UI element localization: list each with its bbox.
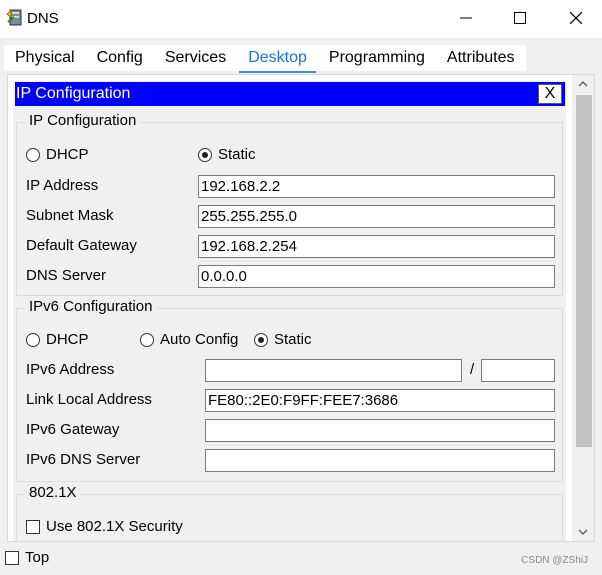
ipv6-prefix-input[interactable] [481, 359, 555, 382]
dns-server-input[interactable]: 0.0.0.0 [198, 265, 555, 288]
ipv4-static-option[interactable]: Static [198, 146, 256, 163]
ipv6-gateway-input[interactable] [205, 419, 555, 442]
tab-desktop[interactable]: Desktop [237, 45, 318, 73]
ipv4-static-label: Static [218, 146, 256, 163]
ipv4-dhcp-option[interactable]: DHCP [26, 146, 89, 163]
top-label: Top [25, 549, 50, 566]
use-dot1x-security-label: Use 802.1X Security [46, 518, 183, 535]
minimize-icon [460, 17, 472, 19]
server-app-icon [6, 9, 22, 26]
ip-configuration-panel: IP Configuration X IP Configuration DHCP… [13, 81, 566, 541]
title-bar: DNS [0, 0, 602, 38]
maximize-button[interactable] [497, 0, 543, 36]
tab-attributes[interactable]: Attributes [436, 45, 526, 71]
vertical-scrollbar[interactable] [572, 75, 594, 541]
ipv6-auto-config-label: Auto Config [160, 331, 239, 348]
window-title: DNS [27, 10, 59, 27]
top-checkbox[interactable] [5, 550, 19, 565]
ip-address-input[interactable]: 192.168.2.2 [198, 175, 555, 198]
use-dot1x-security-checkbox[interactable] [26, 519, 40, 534]
ip-configuration-header: IP Configuration X [15, 82, 565, 106]
ipv6-dns-server-label: IPv6 DNS Server [26, 451, 141, 468]
ipv6-group-title: IPv6 Configuration [25, 298, 157, 315]
ipv4-dhcp-radio[interactable] [26, 147, 40, 162]
ip-address-label: IP Address [26, 177, 99, 194]
ipv6-auto-config-radio[interactable] [140, 332, 154, 347]
watermark-text: CSDN @ZShiJ [521, 555, 588, 566]
ipv6-prefix-separator: / [470, 361, 475, 378]
tab-config[interactable]: Config [86, 45, 154, 71]
ipv6-configuration-group: IPv6 Configuration DHCP Auto Config Stat… [16, 298, 563, 482]
ipv4-configuration-group: IP Configuration DHCP Static IP Address … [16, 112, 563, 296]
dot1x-group-title: 802.1X [25, 484, 81, 501]
subnet-mask-label: Subnet Mask [26, 207, 114, 224]
minimize-button[interactable] [443, 0, 489, 36]
link-local-address-input[interactable]: FE80::2E0:F9FF:FEE7:3686 [205, 389, 555, 412]
close-icon [570, 12, 582, 24]
ipv6-auto-config-option[interactable]: Auto Config [140, 331, 238, 348]
ipv4-dhcp-label: DHCP [46, 146, 89, 163]
dns-server-label: DNS Server [26, 267, 107, 284]
subnet-mask-input[interactable]: 255.255.255.0 [198, 205, 555, 228]
bottom-bar: Top CSDN @ZShiJ [0, 544, 602, 575]
ip-configuration-close-button[interactable]: X [538, 84, 562, 104]
ipv6-dhcp-label: DHCP [46, 331, 89, 348]
default-gateway-input[interactable]: 192.168.2.254 [198, 235, 555, 258]
ipv6-address-label: IPv6 Address [26, 361, 115, 378]
scroll-down-icon[interactable] [572, 523, 594, 541]
ipv6-dhcp-radio[interactable] [26, 332, 40, 347]
scrollbar-thumb[interactable] [576, 95, 592, 447]
ipv6-address-input[interactable] [205, 359, 462, 382]
tab-strip: Physical Config Services Desktop Program… [4, 45, 526, 73]
ipv6-static-radio[interactable] [254, 332, 268, 347]
maximize-icon [514, 12, 526, 24]
ip-configuration-title: IP Configuration [16, 85, 131, 102]
scroll-up-icon[interactable] [572, 75, 594, 93]
ipv6-static-option[interactable]: Static [254, 331, 312, 348]
use-dot1x-security-option[interactable]: Use 802.1X Security [26, 518, 183, 535]
link-local-address-label: Link Local Address [26, 391, 152, 408]
ipv6-dhcp-option[interactable]: DHCP [26, 331, 89, 348]
dot1x-group: 802.1X Use 802.1X Security [16, 484, 563, 541]
default-gateway-label: Default Gateway [26, 237, 137, 254]
close-window-button[interactable] [553, 0, 599, 36]
tab-programming[interactable]: Programming [318, 45, 436, 71]
desktop-content: IP Configuration X IP Configuration DHCP… [7, 74, 595, 542]
ipv6-gateway-label: IPv6 Gateway [26, 421, 120, 438]
ipv6-dns-server-input[interactable] [205, 449, 555, 472]
ipv4-static-radio[interactable] [198, 147, 212, 162]
top-option[interactable]: Top [5, 549, 49, 566]
ipv6-static-label: Static [274, 331, 312, 348]
tab-bar: Physical Config Services Desktop Program… [0, 38, 602, 73]
tab-physical[interactable]: Physical [4, 45, 86, 71]
tab-services[interactable]: Services [154, 45, 237, 71]
ipv4-group-title: IP Configuration [25, 112, 141, 129]
